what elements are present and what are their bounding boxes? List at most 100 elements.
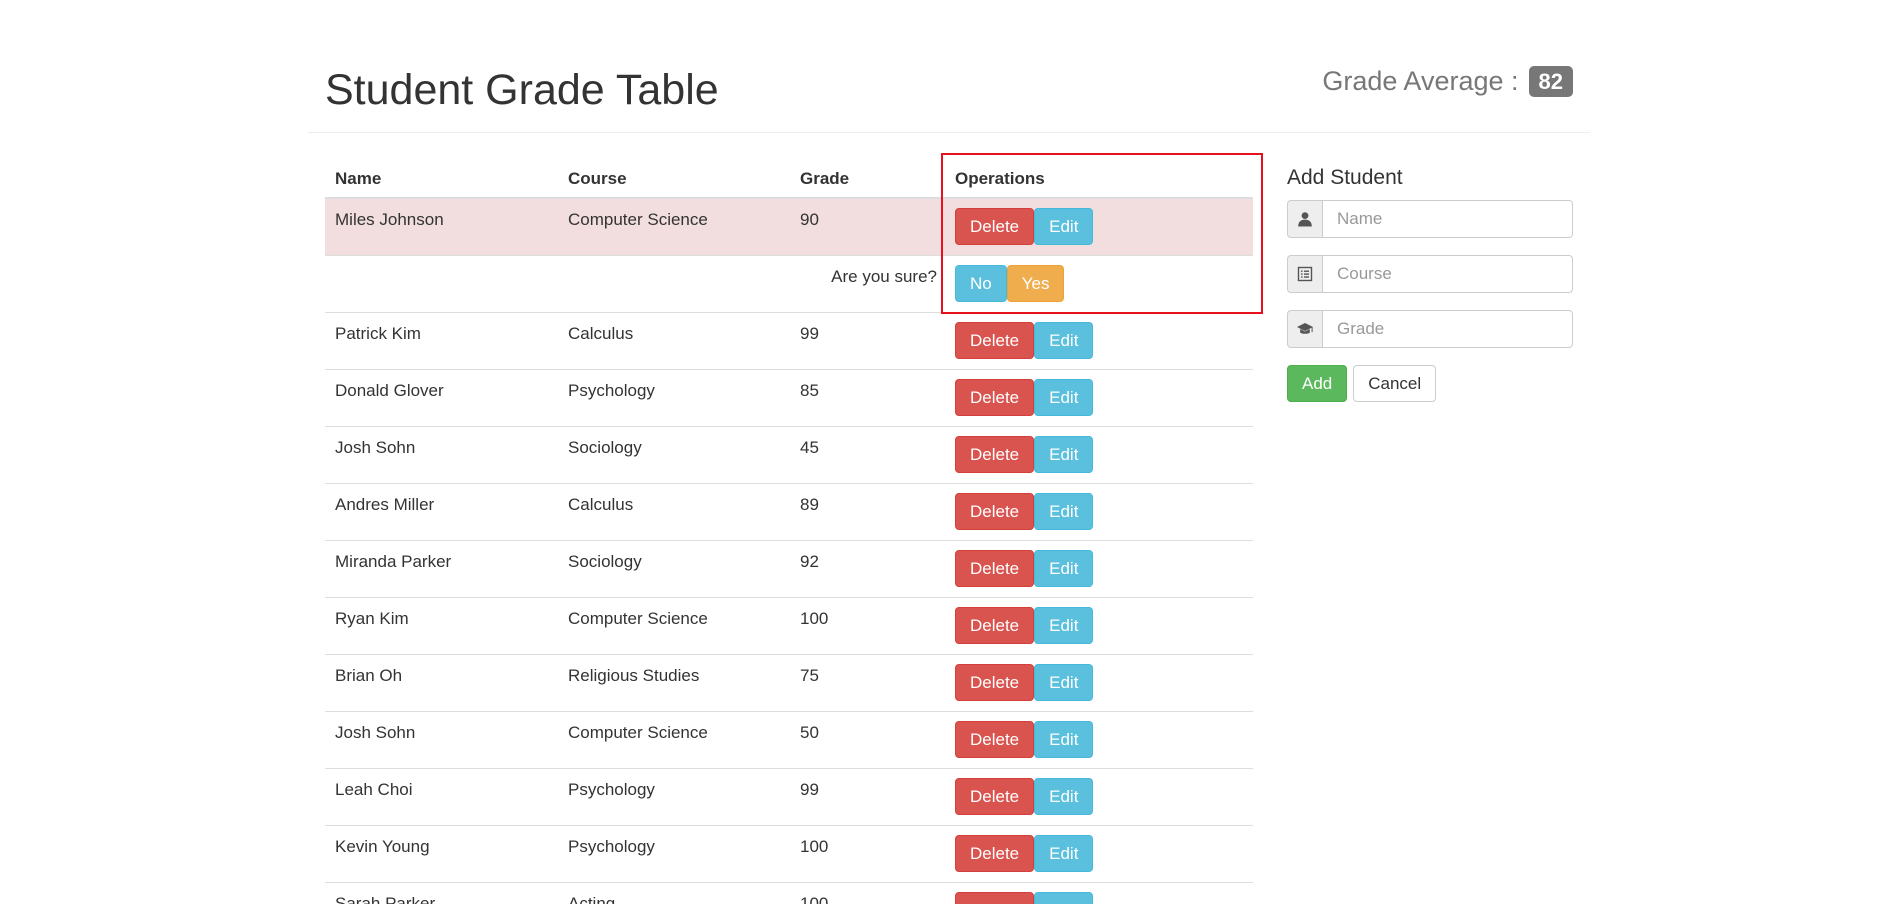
- delete-button[interactable]: Delete: [955, 378, 1035, 416]
- cell-course: Psychology: [558, 368, 790, 426]
- table-row: Andres Miller Calculus 89 Delete Edit: [325, 482, 1253, 540]
- cell-grade: 99: [790, 311, 945, 369]
- cell-operations: DeleteEdit: [945, 653, 1253, 711]
- grade-input[interactable]: [1322, 310, 1573, 348]
- table-row: Miles Johnson Computer Science 90 Delete…: [325, 197, 1253, 255]
- edit-button[interactable]: Edit: [1034, 321, 1094, 359]
- edit-button[interactable]: Edit: [1034, 378, 1094, 416]
- header-divider: [308, 132, 1590, 133]
- cell-operations: DeleteEdit: [945, 368, 1253, 426]
- delete-button[interactable]: Delete: [955, 208, 1035, 245]
- cell-course: Calculus: [558, 311, 790, 369]
- page: Student Grade Table Grade Average : 82 N…: [0, 0, 1900, 904]
- cell-name: Patrick Kim: [325, 311, 558, 369]
- cell-course: Psychology: [558, 824, 790, 882]
- cell-name: Ryan Kim: [325, 596, 558, 654]
- student-grade-table: Name Course Grade Operations Miles Johns…: [325, 156, 1253, 904]
- edit-button[interactable]: Edit: [1034, 208, 1094, 245]
- cell-operations: DeleteEdit: [945, 767, 1253, 825]
- add-form-buttons: Add Cancel: [1287, 365, 1573, 402]
- table-row: Josh Sohn Computer Science 50 Delete Edit: [325, 710, 1253, 768]
- add-student-panel: Add Student Name Course Grade Add Cancel: [1287, 166, 1573, 402]
- table-row: Sarah ParkerActing100DeleteEdit: [325, 881, 1253, 904]
- edit-button[interactable]: Edit: [1034, 834, 1094, 872]
- page-title: Student Grade Table: [325, 66, 719, 114]
- delete-button[interactable]: Delete: [955, 663, 1035, 701]
- cell-grade: 85: [790, 368, 945, 426]
- table-body: Miles Johnson Computer Science 90 Delete…: [325, 197, 1253, 904]
- cell-course: Acting: [558, 881, 790, 904]
- cell-name: Miranda Parker: [325, 539, 558, 597]
- edit-button[interactable]: Edit: [1034, 891, 1094, 904]
- column-header-grade[interactable]: Grade: [790, 156, 945, 199]
- column-header-course[interactable]: Course: [558, 156, 790, 199]
- list-alt-icon: [1287, 255, 1322, 293]
- cancel-button[interactable]: Cancel: [1353, 365, 1437, 402]
- table-row: Josh Sohn Sociology 45 Delete Edit: [325, 425, 1253, 483]
- confirm-yes-button[interactable]: Yes: [1006, 264, 1065, 302]
- cell-grade: 90: [790, 197, 945, 255]
- edit-button[interactable]: Edit: [1034, 606, 1094, 644]
- cell-course: Sociology: [558, 425, 790, 483]
- grade-input-group: [1287, 310, 1573, 348]
- cell-course: Computer Science: [558, 710, 790, 768]
- name-input-group: [1287, 200, 1573, 238]
- user-icon: [1287, 200, 1322, 238]
- delete-button[interactable]: Delete: [955, 321, 1035, 359]
- add-button[interactable]: Add: [1287, 365, 1348, 402]
- delete-button[interactable]: Delete: [955, 435, 1035, 473]
- table-row: Miranda Parker Sociology 92 Delete Edit: [325, 539, 1253, 597]
- cell-grade: 100: [790, 881, 945, 904]
- cell-name: Josh Sohn: [325, 425, 558, 483]
- edit-button[interactable]: Edit: [1034, 663, 1094, 701]
- table-row: Patrick Kim Calculus 99 Delete Edit: [325, 311, 1253, 369]
- name-input[interactable]: [1322, 200, 1573, 238]
- grade-average-badge: 82: [1528, 65, 1573, 97]
- cell-course: Psychology: [558, 767, 790, 825]
- confirm-no-button[interactable]: No: [955, 264, 1007, 302]
- cell-operations: DeleteEdit: [945, 539, 1253, 597]
- cell-name: Leah Choi: [325, 767, 558, 825]
- grade-average-label: Grade Average :: [1322, 66, 1519, 96]
- cell-course: Computer Science: [558, 197, 790, 255]
- course-input[interactable]: [1322, 255, 1573, 293]
- cell-name: Kevin Young: [325, 824, 558, 882]
- edit-button[interactable]: Edit: [1034, 435, 1094, 473]
- delete-confirm-row: Are you sure? No Yes: [325, 254, 1253, 312]
- cell-name: Miles Johnson: [325, 197, 558, 255]
- delete-button[interactable]: Delete: [955, 492, 1035, 530]
- table-row: Brian Oh Religious Studies 75 Delete Edit: [325, 653, 1253, 711]
- cell-grade: 45: [790, 425, 945, 483]
- delete-button[interactable]: Delete: [955, 834, 1035, 872]
- cell-grade: 92: [790, 539, 945, 597]
- edit-button[interactable]: Edit: [1034, 492, 1094, 530]
- column-header-name[interactable]: Name: [325, 156, 558, 199]
- cell-course: Calculus: [558, 482, 790, 540]
- table-header-row: Name Course Grade Operations: [325, 156, 1253, 199]
- cell-course: Computer Science: [558, 596, 790, 654]
- edit-button[interactable]: Edit: [1034, 777, 1094, 815]
- delete-button[interactable]: Delete: [955, 606, 1035, 644]
- cell-course: Sociology: [558, 539, 790, 597]
- edit-button[interactable]: Edit: [1034, 720, 1094, 758]
- cell-operations: DeleteEdit: [945, 710, 1253, 768]
- table-row: Ryan Kim Computer Science 100 Delete Edit: [325, 596, 1253, 654]
- cell-grade: 100: [790, 824, 945, 882]
- cell-operations: DeleteEdit: [945, 311, 1253, 369]
- delete-button[interactable]: Delete: [955, 777, 1035, 815]
- confirm-prompt: Are you sure?: [325, 254, 945, 312]
- delete-button[interactable]: Delete: [955, 891, 1035, 904]
- cell-operations: DeleteEdit: [945, 824, 1253, 882]
- cell-operations: DeleteEdit: [945, 482, 1253, 540]
- delete-button[interactable]: Delete: [955, 549, 1035, 587]
- cell-name: Sarah Parker: [325, 881, 558, 904]
- cell-operations: DeleteEdit: [945, 425, 1253, 483]
- delete-button[interactable]: Delete: [955, 720, 1035, 758]
- edit-button[interactable]: Edit: [1034, 549, 1094, 587]
- column-header-operations: Operations: [945, 156, 1253, 199]
- cell-grade: 75: [790, 653, 945, 711]
- cell-operations: DeleteEdit: [945, 881, 1253, 904]
- add-student-title: Add Student: [1287, 166, 1403, 189]
- cell-course: Religious Studies: [558, 653, 790, 711]
- grade-average: Grade Average : 82: [1322, 64, 1573, 98]
